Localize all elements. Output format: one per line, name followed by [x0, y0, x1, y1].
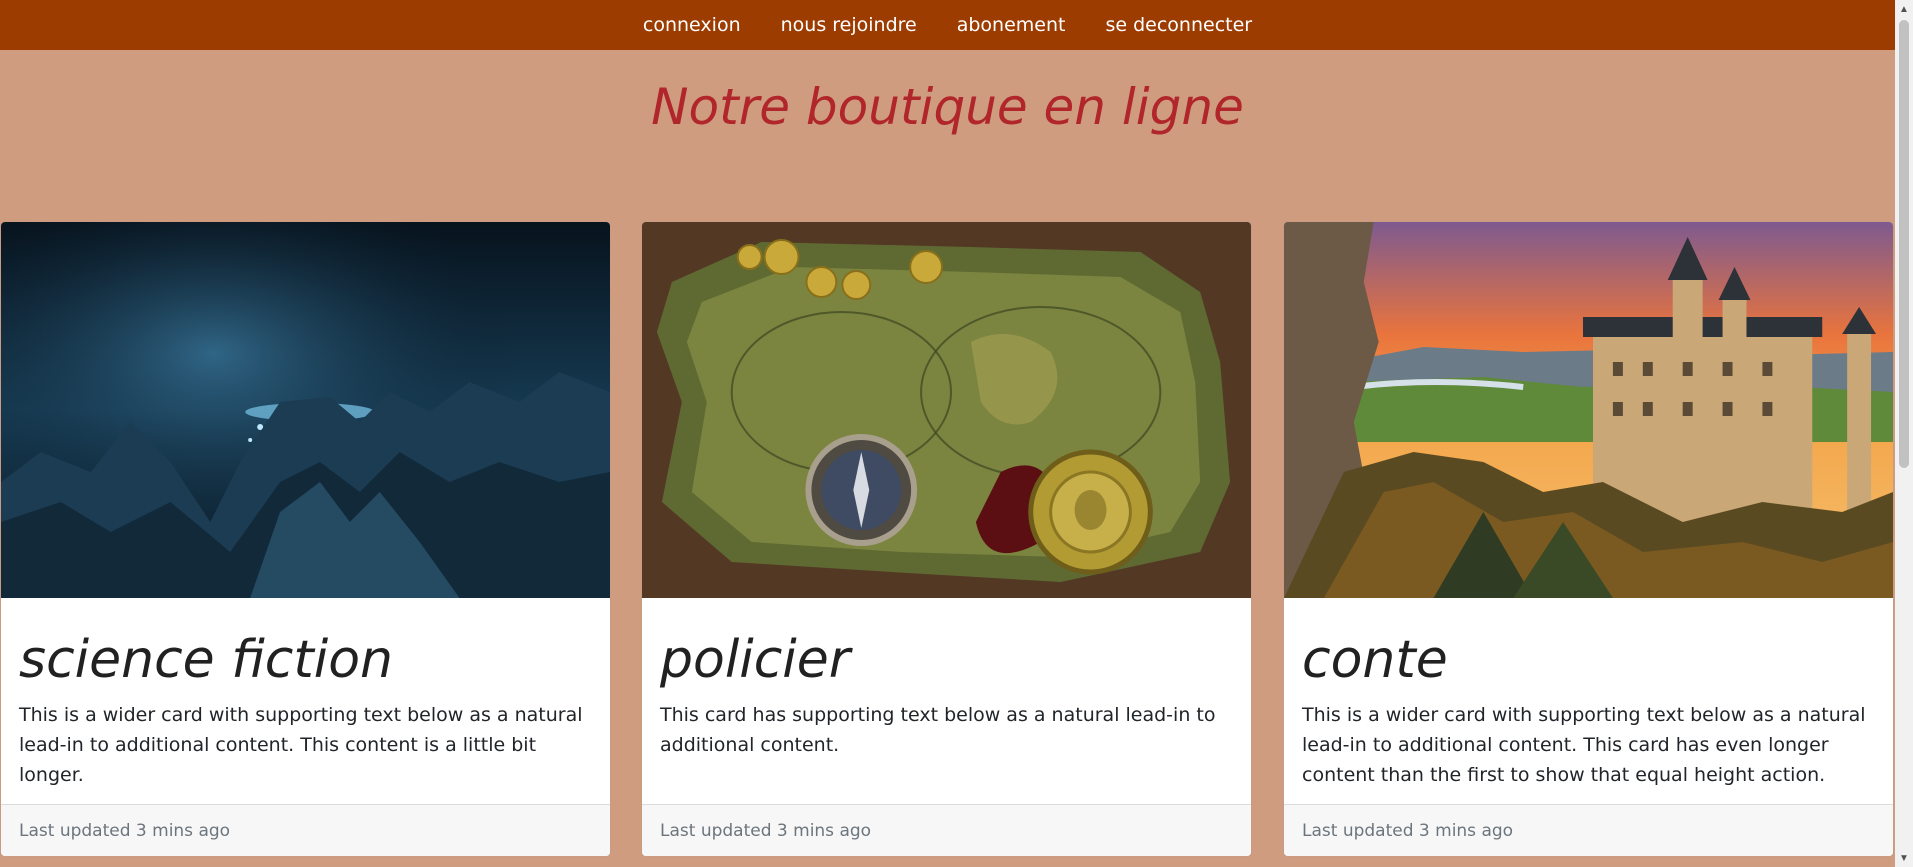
scrollbar-thumb[interactable] — [1899, 20, 1909, 468]
page-title: Notre boutique en ligne — [651, 78, 1244, 136]
scroll-down-arrow-icon[interactable]: ▼ — [1895, 849, 1913, 867]
nav-link-se-deconnecter[interactable]: se deconnecter — [1105, 14, 1252, 36]
last-updated-text: Last updated 3 mins ago — [19, 820, 231, 841]
card-body: science fiction This is a wider card wit… — [1, 598, 610, 790]
card-title: conte — [1302, 630, 1448, 690]
card-footer: Last updated 3 mins ago — [642, 804, 1251, 856]
card-footer: Last updated 3 mins ago — [1, 804, 610, 856]
card-text: This is a wider card with supporting tex… — [1302, 704, 1866, 786]
card-body: policier This card has supporting text b… — [642, 598, 1251, 760]
card-policier: policier This card has supporting text b… — [641, 221, 1252, 857]
card-title: science fiction — [19, 630, 393, 690]
treasure-map-image — [642, 222, 1251, 598]
sci-fi-landscape-image — [1, 222, 610, 598]
card-science-fiction: science fiction This is a wider card wit… — [0, 221, 611, 857]
vertical-scrollbar[interactable]: ▲ ▼ — [1895, 0, 1913, 867]
card-conte: conte This is a wider card with supporti… — [1283, 221, 1894, 857]
scroll-up-arrow-icon[interactable]: ▲ — [1895, 0, 1913, 18]
card-title: policier — [660, 630, 851, 690]
card-body: conte This is a wider card with supporti… — [1284, 598, 1893, 790]
castle-sunset-image — [1284, 222, 1893, 598]
card-text: This card has supporting text below as a… — [660, 704, 1216, 756]
last-updated-text: Last updated 3 mins ago — [1302, 820, 1514, 841]
card-footer: Last updated 3 mins ago — [1284, 804, 1893, 856]
nav-link-connexion[interactable]: connexion — [643, 14, 741, 36]
last-updated-text: Last updated 3 mins ago — [660, 820, 872, 841]
card-text: This is a wider card with supporting tex… — [19, 704, 583, 786]
nav-link-nous-rejoindre[interactable]: nous rejoindre — [781, 14, 917, 36]
card-group: science fiction This is a wider card wit… — [0, 221, 1895, 857]
nav-link-abonement[interactable]: abonement — [957, 14, 1066, 36]
top-navbar: connexion nous rejoindre abonement se de… — [0, 0, 1895, 50]
